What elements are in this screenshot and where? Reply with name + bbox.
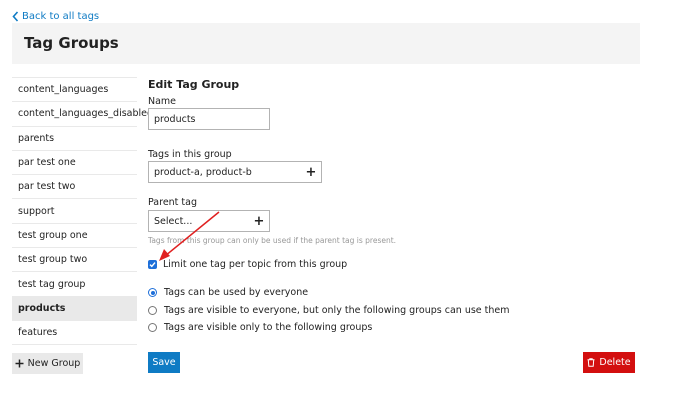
name-label: Name <box>148 96 177 107</box>
visibility-option-label: Tags are visible only to the following g… <box>164 322 373 333</box>
name-input[interactable]: products <box>148 108 270 130</box>
sidebar-item-label: test group one <box>18 229 88 241</box>
page-title: Tag Groups <box>24 34 119 52</box>
tags-chooser[interactable]: product-a, product-b + <box>148 161 322 183</box>
sidebar-item[interactable]: par test one <box>12 149 137 174</box>
visibility-option-groups-only[interactable]: Tags are visible only to the following g… <box>148 322 372 333</box>
parent-tag-label: Parent tag <box>148 197 198 208</box>
sidebar-item-label: content_languages_disabled <box>18 108 154 120</box>
delete-button[interactable]: Delete <box>583 352 635 373</box>
one-per-topic-label: Limit one tag per topic from this group <box>163 259 348 270</box>
checkmark-icon <box>149 262 156 268</box>
parent-tag-chooser[interactable]: Select... + <box>148 210 270 232</box>
sidebar-item[interactable]: features <box>12 319 137 344</box>
parent-tag-value: Select... <box>154 215 193 227</box>
visibility-radio[interactable] <box>148 288 157 297</box>
new-group-button[interactable]: New Group <box>12 353 83 374</box>
one-per-topic-option[interactable]: Limit one tag per topic from this group <box>148 259 347 270</box>
visibility-option-groups-can-use[interactable]: Tags are visible to everyone, but only t… <box>148 305 510 316</box>
parent-tag-help-text: Tags from this group can only be used if… <box>148 236 397 245</box>
delete-label: Delete <box>599 357 631 368</box>
visibility-radio[interactable] <box>148 306 157 315</box>
sidebar-item-label: content_languages <box>18 84 109 96</box>
sidebar-item[interactable]: parents <box>12 125 137 150</box>
sidebar-item-label: products <box>18 302 66 314</box>
sidebar-item-label: par test two <box>18 181 76 193</box>
sidebar-item-label: parents <box>18 132 55 144</box>
sidebar-item[interactable]: content_languages <box>12 77 137 101</box>
back-to-all-tags-link[interactable]: Back to all tags <box>12 11 99 22</box>
sidebar-item-label: support <box>18 205 55 217</box>
visibility-radio[interactable] <box>148 323 157 332</box>
chevron-left-icon <box>12 11 19 22</box>
plus-icon: + <box>253 213 265 229</box>
back-link-label: Back to all tags <box>22 11 100 22</box>
sidebar-divider <box>12 344 137 346</box>
visibility-option-label: Tags are visible to everyone, but only t… <box>164 305 510 316</box>
new-group-label: New Group <box>27 358 81 369</box>
sidebar-item-label: features <box>18 327 58 339</box>
plus-icon: + <box>305 164 317 180</box>
sidebar-item[interactable]: test group two <box>12 247 137 271</box>
sidebar-item-label: test tag group <box>18 278 86 290</box>
sidebar-item[interactable]: test tag group <box>12 271 137 295</box>
plus-icon <box>15 359 24 368</box>
sidebar-item-label: test group two <box>18 254 88 266</box>
sidebar-item[interactable]: par test two <box>12 174 137 198</box>
sidebar-item[interactable]: test group one <box>12 222 137 247</box>
save-button[interactable]: Save <box>148 352 180 373</box>
name-input-value: products <box>154 113 196 125</box>
sidebar-item[interactable]: support <box>12 198 137 222</box>
tags-label: Tags in this group <box>148 149 232 160</box>
edit-form-title: Edit Tag Group <box>148 78 240 91</box>
tag-group-list: content_languages content_languages_disa… <box>12 77 153 346</box>
page-header: Tag Groups <box>12 23 640 64</box>
sidebar-item[interactable]: content_languages_disabled <box>12 101 153 125</box>
one-per-topic-checkbox[interactable] <box>148 260 157 269</box>
sidebar-item-label: par test one <box>18 157 76 169</box>
visibility-option-everyone[interactable]: Tags can be used by everyone <box>148 287 308 298</box>
sidebar-item-active[interactable]: products <box>12 295 137 320</box>
trash-icon <box>587 358 595 367</box>
tags-chooser-value: product-a, product-b <box>154 166 252 178</box>
visibility-option-label: Tags can be used by everyone <box>164 287 309 298</box>
